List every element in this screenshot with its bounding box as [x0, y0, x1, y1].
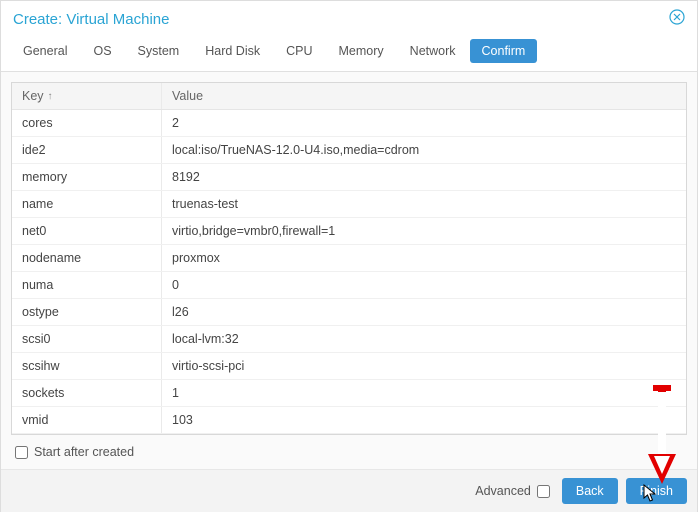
cell-key: vmid	[12, 407, 162, 433]
col-key-header[interactable]: Key ↑	[12, 83, 162, 109]
back-button[interactable]: Back	[562, 478, 618, 504]
tab-system[interactable]: System	[126, 39, 192, 63]
tab-os[interactable]: OS	[81, 39, 123, 63]
cell-key: memory	[12, 164, 162, 190]
table-row[interactable]: vmid103	[12, 407, 686, 434]
start-after-created-checkbox[interactable]	[15, 446, 28, 459]
tab-general[interactable]: General	[11, 39, 79, 63]
col-value-header[interactable]: Value	[162, 83, 686, 109]
titlebar: Create: Virtual Machine	[1, 1, 697, 35]
cell-value: 2	[162, 110, 686, 136]
tab-confirm[interactable]: Confirm	[470, 39, 538, 63]
cell-value: 1	[162, 380, 686, 406]
tab-hard-disk[interactable]: Hard Disk	[193, 39, 272, 63]
tab-network[interactable]: Network	[398, 39, 468, 63]
col-value-label: Value	[172, 89, 203, 103]
cell-value: local-lvm:32	[162, 326, 686, 352]
table-row[interactable]: cores2	[12, 110, 686, 137]
cell-key: net0	[12, 218, 162, 244]
cell-key: nodename	[12, 245, 162, 271]
tab-memory[interactable]: Memory	[327, 39, 396, 63]
wizard-tabs: GeneralOSSystemHard DiskCPUMemoryNetwork…	[1, 35, 697, 72]
cell-value: truenas-test	[162, 191, 686, 217]
cell-value: 8192	[162, 164, 686, 190]
cell-key: ostype	[12, 299, 162, 325]
advanced-label: Advanced	[475, 484, 531, 498]
table-row[interactable]: numa0	[12, 272, 686, 299]
table-row[interactable]: net0virtio,bridge=vmbr0,firewall=1	[12, 218, 686, 245]
cell-value: local:iso/TrueNAS-12.0-U4.iso,media=cdro…	[162, 137, 686, 163]
table-row[interactable]: ide2local:iso/TrueNAS-12.0-U4.iso,media=…	[12, 137, 686, 164]
table-row[interactable]: scsi0local-lvm:32	[12, 326, 686, 353]
cell-key: numa	[12, 272, 162, 298]
table-body: cores2ide2local:iso/TrueNAS-12.0-U4.iso,…	[12, 110, 686, 434]
cell-key: cores	[12, 110, 162, 136]
advanced-checkbox[interactable]	[537, 485, 550, 498]
table-header: Key ↑ Value	[12, 83, 686, 110]
summary-table: Key ↑ Value cores2ide2local:iso/TrueNAS-…	[11, 82, 687, 435]
cell-value: 103	[162, 407, 686, 433]
table-row[interactable]: ostypel26	[12, 299, 686, 326]
confirm-panel: Key ↑ Value cores2ide2local:iso/TrueNAS-…	[1, 72, 697, 469]
cell-value: virtio,bridge=vmbr0,firewall=1	[162, 218, 686, 244]
cell-value: 0	[162, 272, 686, 298]
cell-key: ide2	[12, 137, 162, 163]
tab-cpu[interactable]: CPU	[274, 39, 324, 63]
create-vm-wizard: Create: Virtual Machine GeneralOSSystemH…	[0, 0, 698, 512]
cell-key: sockets	[12, 380, 162, 406]
start-after-created-row[interactable]: Start after created	[11, 435, 687, 465]
cell-key: scsi0	[12, 326, 162, 352]
cell-key: scsihw	[12, 353, 162, 379]
cell-key: name	[12, 191, 162, 217]
wizard-footer: Advanced Back Finish	[1, 469, 697, 512]
start-after-created-label: Start after created	[34, 445, 134, 459]
table-row[interactable]: sockets1	[12, 380, 686, 407]
table-row[interactable]: memory8192	[12, 164, 686, 191]
wizard-title: Create: Virtual Machine	[13, 11, 169, 28]
finish-button[interactable]: Finish	[626, 478, 687, 504]
cell-value: l26	[162, 299, 686, 325]
table-row[interactable]: nametruenas-test	[12, 191, 686, 218]
table-row[interactable]: nodenameproxmox	[12, 245, 686, 272]
table-row[interactable]: scsihwvirtio-scsi-pci	[12, 353, 686, 380]
cell-value: proxmox	[162, 245, 686, 271]
close-icon[interactable]	[669, 9, 685, 29]
sort-asc-icon: ↑	[48, 91, 53, 102]
cell-value: virtio-scsi-pci	[162, 353, 686, 379]
col-key-label: Key	[22, 89, 44, 103]
advanced-toggle[interactable]: Advanced	[475, 484, 550, 498]
